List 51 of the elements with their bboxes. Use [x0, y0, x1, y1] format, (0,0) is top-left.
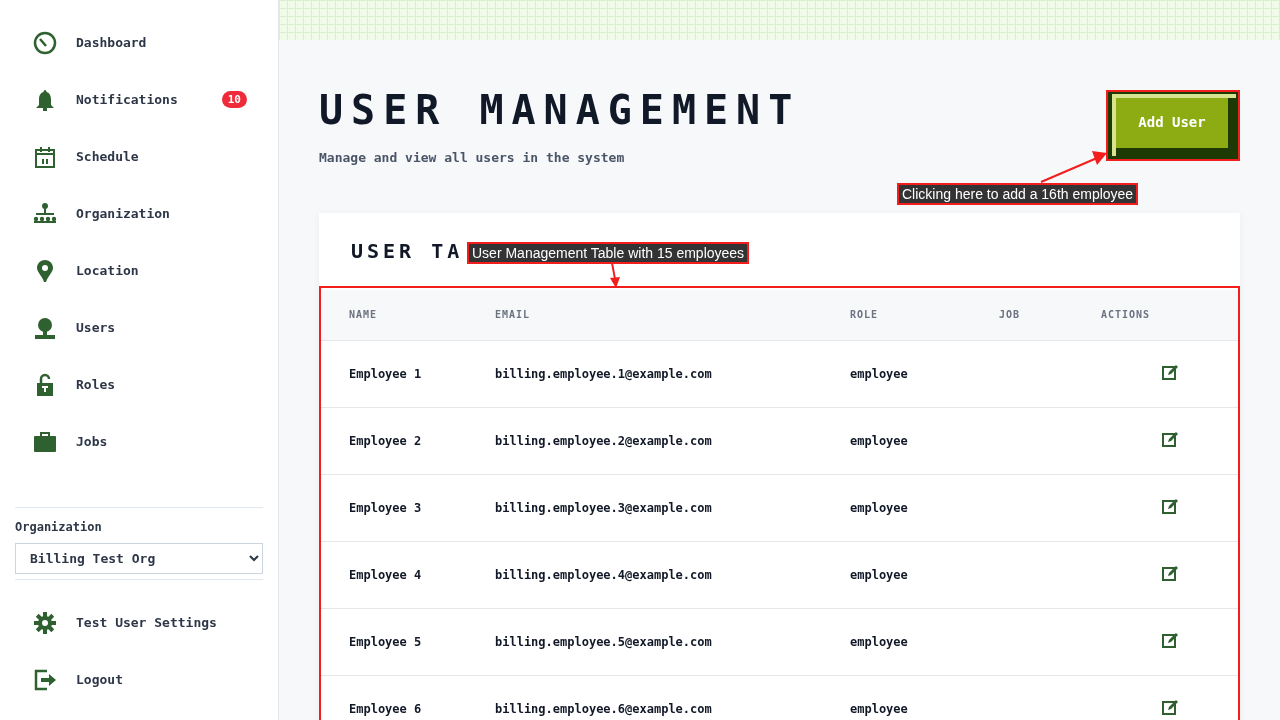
sidebar-item[interactable]: Schedule [15, 128, 263, 185]
edit-icon[interactable] [1162, 430, 1179, 448]
table-cell: billing.employee.1@example.com [495, 366, 712, 381]
sidebar-item[interactable]: Test User Settings [15, 594, 263, 651]
page-subtitle: Manage and view all users in the system [319, 150, 626, 165]
sidebar-item[interactable]: Dashboard [15, 14, 263, 71]
sidebar-item[interactable]: Logout [15, 651, 263, 708]
table-cell: Employee 4 [349, 567, 422, 582]
table-cell: billing.employee.5@example.com [495, 634, 712, 649]
column-header: JOB [999, 309, 1021, 321]
table-cell: Employee 2 [349, 433, 422, 448]
organization-label: Organization [15, 520, 103, 534]
dashboard-gauge-icon [32, 29, 58, 56]
table-cell: billing.employee.2@example.com [495, 433, 712, 448]
sidebar-item[interactable]: Jobs [15, 413, 263, 470]
table-title: USER TA [351, 238, 464, 265]
organization-select[interactable]: Billing Test Org [15, 543, 263, 574]
notification-count: 10 [221, 91, 247, 108]
table-cell: employee [850, 500, 908, 515]
edit-icon[interactable] [1162, 631, 1179, 649]
edit-icon[interactable] [1162, 363, 1179, 381]
column-header: EMAIL [495, 309, 531, 321]
table-cell: billing.employee.3@example.com [495, 500, 712, 515]
edit-icon[interactable] [1162, 497, 1179, 515]
edit-icon[interactable] [1162, 698, 1179, 716]
table-cell: employee [850, 701, 908, 716]
annotation-label: Clicking here to add a 16th employee [897, 183, 1139, 205]
sidebar-item[interactable]: Users [15, 299, 263, 356]
table-cell: employee [850, 634, 908, 649]
table-cell: Employee 3 [349, 500, 422, 515]
table-cell: Employee 6 [349, 701, 422, 716]
sidebar-item[interactable]: Roles [15, 356, 263, 413]
annotation-arrow [610, 262, 620, 288]
table-cell: Employee 5 [349, 634, 422, 649]
page-title: USER MANAGEMENT [319, 88, 801, 132]
table-cell: billing.employee.4@example.com [495, 567, 712, 582]
table-cell: Employee 1 [349, 366, 422, 381]
column-header: ROLE [850, 309, 879, 321]
sidebar-item[interactable]: Notifications 10 [15, 71, 263, 128]
table-cell: employee [850, 366, 908, 381]
sidebar-item[interactable]: Location [15, 242, 263, 299]
table-cell: billing.employee.6@example.com [495, 701, 712, 716]
column-header: NAME [349, 309, 378, 321]
gear-icon [32, 609, 58, 636]
edit-icon[interactable] [1162, 564, 1179, 582]
sidebar-item[interactable]: Organization [15, 185, 263, 242]
table-cell: employee [850, 567, 908, 582]
annotation-arrow [1040, 151, 1107, 183]
column-header: ACTIONS [1101, 309, 1151, 321]
table-cell: employee [850, 433, 908, 448]
annotation-label: User Management Table with 15 employees [467, 242, 750, 264]
